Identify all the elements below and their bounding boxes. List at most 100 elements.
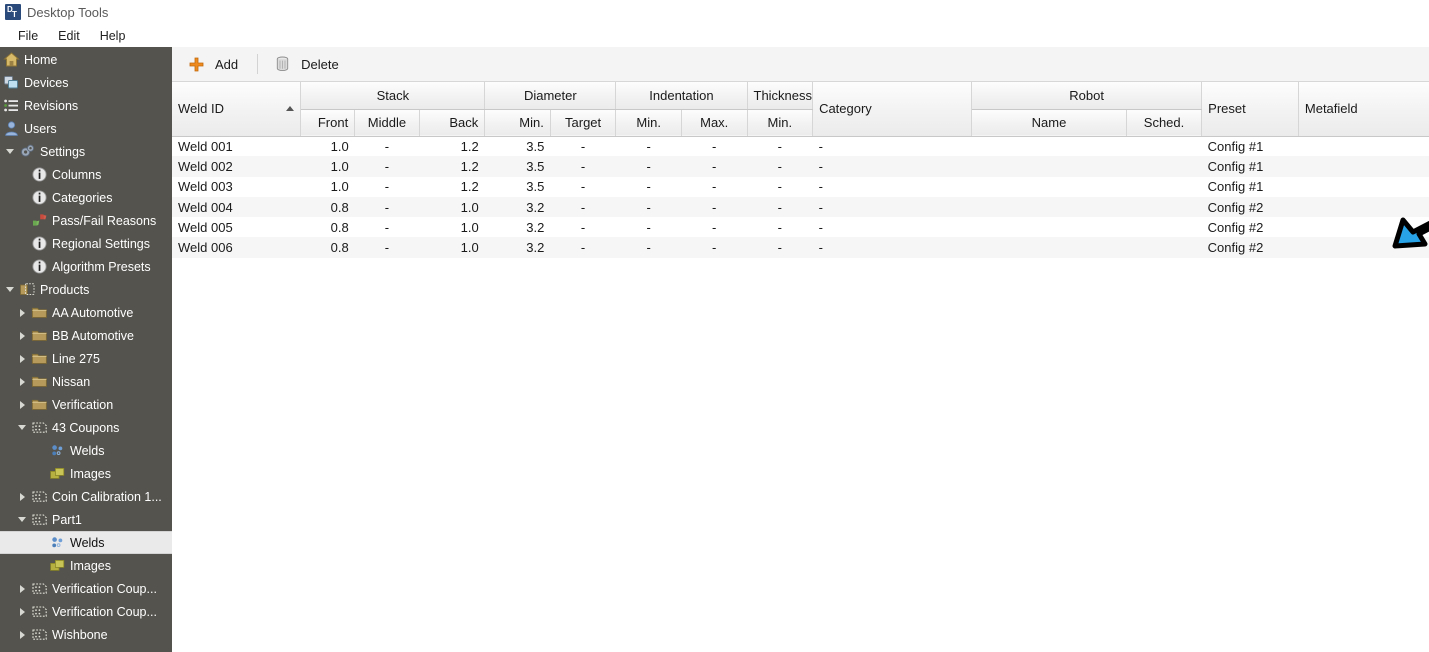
- table-row[interactable]: Weld 0050.8-1.03.2-----Config #2: [172, 217, 1429, 237]
- column-header-indentation[interactable]: Indentation: [616, 82, 747, 109]
- cell-dia-target[interactable]: -: [550, 136, 616, 156]
- sidebar-item-images[interactable]: Images: [0, 462, 172, 485]
- cell-stack-middle[interactable]: -: [355, 136, 419, 156]
- cell-stack-back[interactable]: 1.0: [419, 237, 485, 257]
- cell-category[interactable]: -: [813, 237, 972, 257]
- cell-thick-min[interactable]: -: [747, 217, 813, 237]
- sidebar-item-algorithm-presets[interactable]: Algorithm Presets: [0, 255, 172, 278]
- sidebar-item-revisions[interactable]: Revisions: [0, 94, 172, 117]
- cell-thick-min[interactable]: -: [747, 177, 813, 197]
- sidebar-item-aa-automotive[interactable]: AA Automotive: [0, 301, 172, 324]
- cell-dia-min[interactable]: 3.5: [485, 177, 551, 197]
- cell-weld-id[interactable]: Weld 001: [172, 136, 301, 156]
- cell-robot-name[interactable]: [972, 136, 1127, 156]
- cell-stack-front[interactable]: 1.0: [301, 177, 355, 197]
- cell-stack-front[interactable]: 1.0: [301, 156, 355, 176]
- chevron-right-icon[interactable]: [14, 401, 30, 409]
- cell-dia-min[interactable]: 3.2: [485, 217, 551, 237]
- sidebar-item-devices[interactable]: Devices: [0, 71, 172, 94]
- sidebar-item-bb-automotive[interactable]: BB Automotive: [0, 324, 172, 347]
- sidebar-item-welds[interactable]: Welds: [0, 531, 172, 554]
- sidebar-item-wishbone[interactable]: Wishbone: [0, 623, 172, 646]
- cell-dia-target[interactable]: -: [550, 156, 616, 176]
- cell-stack-back[interactable]: 1.2: [419, 177, 485, 197]
- sidebar-item-columns[interactable]: Columns: [0, 163, 172, 186]
- cell-ind-min[interactable]: -: [616, 197, 682, 217]
- cell-stack-middle[interactable]: -: [355, 177, 419, 197]
- cell-stack-middle[interactable]: -: [355, 237, 419, 257]
- column-header-robot[interactable]: Robot: [972, 82, 1202, 109]
- cell-metafield[interactable]: [1298, 217, 1429, 237]
- cell-dia-min[interactable]: 3.2: [485, 197, 551, 217]
- table-body[interactable]: Weld 0011.0-1.23.5-----Config #1Weld 002…: [172, 136, 1429, 258]
- column-subheader-min[interactable]: Min.: [747, 109, 813, 136]
- menu-item-help[interactable]: Help: [90, 27, 136, 45]
- cell-robot-sched[interactable]: [1126, 237, 1201, 257]
- column-header-weld-id[interactable]: Weld ID: [172, 82, 301, 136]
- sidebar-item-welds[interactable]: Welds: [0, 439, 172, 462]
- table-row[interactable]: Weld 0021.0-1.23.5-----Config #1: [172, 156, 1429, 176]
- cell-robot-sched[interactable]: [1126, 217, 1201, 237]
- cell-robot-name[interactable]: [972, 177, 1127, 197]
- chevron-right-icon[interactable]: [14, 585, 30, 593]
- chevron-down-icon[interactable]: [2, 149, 18, 154]
- cell-category[interactable]: -: [813, 177, 972, 197]
- cell-stack-front[interactable]: 0.8: [301, 197, 355, 217]
- column-header-category[interactable]: Category: [813, 82, 972, 136]
- sidebar-tree[interactable]: HomeDevicesRevisionsUsersSettingsColumns…: [0, 47, 172, 652]
- cell-dia-target[interactable]: -: [550, 237, 616, 257]
- delete-button[interactable]: Delete: [266, 50, 350, 78]
- sidebar-item-products[interactable]: Products: [0, 278, 172, 301]
- chevron-right-icon[interactable]: [14, 332, 30, 340]
- sidebar-item-images[interactable]: Images: [0, 554, 172, 577]
- cell-robot-name[interactable]: [972, 197, 1127, 217]
- cell-dia-min[interactable]: 3.5: [485, 156, 551, 176]
- cell-dia-target[interactable]: -: [550, 217, 616, 237]
- cell-ind-min[interactable]: -: [616, 136, 682, 156]
- sidebar-item-regional-settings[interactable]: Regional Settings: [0, 232, 172, 255]
- cell-metafield[interactable]: [1298, 136, 1429, 156]
- column-header-diameter[interactable]: Diameter: [485, 82, 616, 109]
- column-subheader-sched[interactable]: Sched.: [1126, 109, 1201, 136]
- cell-stack-back[interactable]: 1.2: [419, 156, 485, 176]
- chevron-right-icon[interactable]: [14, 378, 30, 386]
- column-subheader-name[interactable]: Name: [972, 109, 1127, 136]
- cell-ind-max[interactable]: -: [681, 156, 747, 176]
- cell-preset[interactable]: Config #2: [1202, 197, 1299, 217]
- cell-thick-min[interactable]: -: [747, 237, 813, 257]
- cell-ind-min[interactable]: -: [616, 217, 682, 237]
- sidebar-item-users[interactable]: Users: [0, 117, 172, 140]
- chevron-right-icon[interactable]: [14, 631, 30, 639]
- cell-preset[interactable]: Config #1: [1202, 177, 1299, 197]
- cell-category[interactable]: -: [813, 217, 972, 237]
- cell-preset[interactable]: Config #1: [1202, 136, 1299, 156]
- add-button[interactable]: Add: [180, 50, 249, 78]
- sidebar-item-part1[interactable]: Part1: [0, 508, 172, 531]
- cell-preset[interactable]: Config #2: [1202, 237, 1299, 257]
- sidebar-item-categories[interactable]: Categories: [0, 186, 172, 209]
- column-subheader-middle[interactable]: Middle: [355, 109, 419, 136]
- cell-ind-max[interactable]: -: [681, 217, 747, 237]
- cell-ind-max[interactable]: -: [681, 237, 747, 257]
- cell-robot-name[interactable]: [972, 217, 1127, 237]
- cell-ind-min[interactable]: -: [616, 237, 682, 257]
- chevron-right-icon[interactable]: [14, 309, 30, 317]
- cell-metafield[interactable]: [1298, 197, 1429, 217]
- column-subheader-min[interactable]: Min.: [485, 109, 551, 136]
- column-subheader-back[interactable]: Back: [419, 109, 485, 136]
- chevron-down-icon[interactable]: [2, 287, 18, 292]
- chevron-right-icon[interactable]: [14, 493, 30, 501]
- column-header-stack[interactable]: Stack: [301, 82, 485, 109]
- sidebar-item-verification-coup[interactable]: Verification Coup...: [0, 577, 172, 600]
- cell-weld-id[interactable]: Weld 006: [172, 237, 301, 257]
- cell-stack-back[interactable]: 1.0: [419, 197, 485, 217]
- chevron-down-icon[interactable]: [14, 425, 30, 430]
- cell-ind-min[interactable]: -: [616, 177, 682, 197]
- cell-robot-sched[interactable]: [1126, 177, 1201, 197]
- cell-preset[interactable]: Config #1: [1202, 156, 1299, 176]
- column-subheader-target[interactable]: Target: [550, 109, 616, 136]
- cell-metafield[interactable]: [1298, 177, 1429, 197]
- weld-table-container[interactable]: Weld IDStackDiameterIndentationThickness…: [172, 82, 1429, 652]
- cell-metafield[interactable]: [1298, 156, 1429, 176]
- cell-stack-front[interactable]: 1.0: [301, 136, 355, 156]
